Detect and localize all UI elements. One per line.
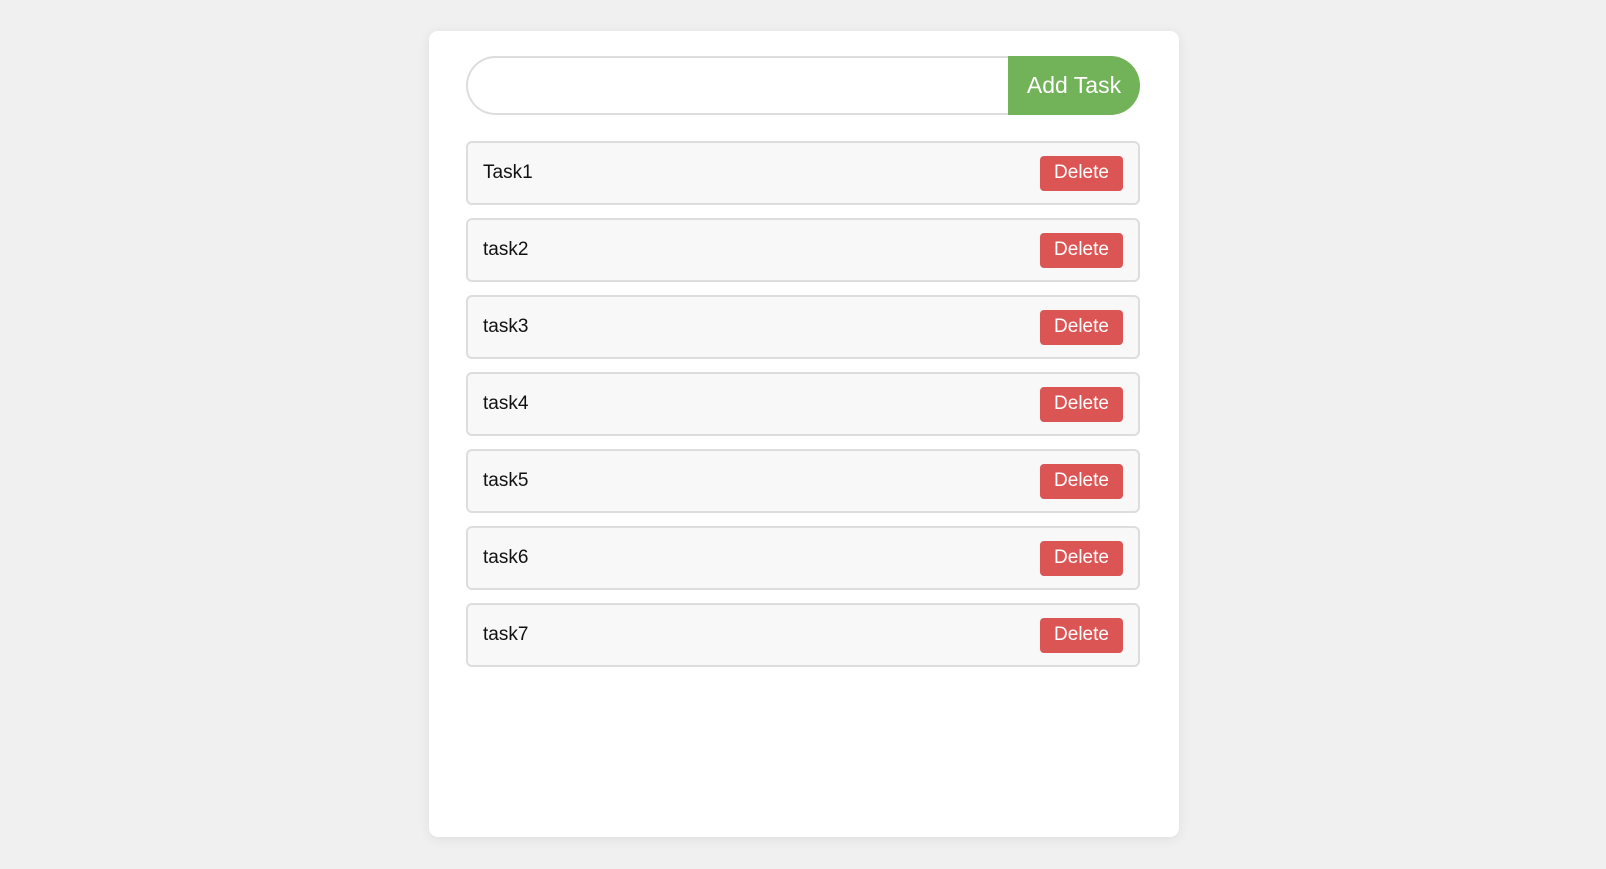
todo-card: Add Task Task1 Delete task2 Delete task3 De… [429, 31, 1179, 837]
delete-button[interactable]: Delete [1040, 463, 1123, 499]
task-item: task5 Delete [466, 449, 1140, 513]
task-item: Task1 Delete [466, 141, 1140, 205]
task-list: Task1 Delete task2 Delete task3 Delete task… [466, 141, 1140, 680]
task-item: task7 Delete [466, 603, 1140, 667]
task-text: task7 [483, 624, 529, 645]
delete-button[interactable]: Delete [1040, 617, 1123, 653]
task-text: task2 [483, 239, 529, 260]
add-task-button[interactable]: Add Task [1008, 56, 1140, 115]
delete-button[interactable]: Delete [1040, 386, 1123, 422]
add-task-form: Add Task [466, 56, 1140, 115]
task-text: task4 [483, 393, 529, 414]
task-text: task6 [483, 547, 529, 568]
task-text: task3 [483, 316, 529, 337]
delete-button[interactable]: Delete [1040, 540, 1123, 576]
task-item: task2 Delete [466, 218, 1140, 282]
delete-button[interactable]: Delete [1040, 232, 1123, 268]
delete-button[interactable]: Delete [1040, 155, 1123, 191]
task-text: task5 [483, 470, 529, 491]
delete-button[interactable]: Delete [1040, 309, 1123, 345]
task-item: task4 Delete [466, 372, 1140, 436]
task-input[interactable] [466, 56, 1008, 115]
task-item: task3 Delete [466, 295, 1140, 359]
task-text: Task1 [483, 162, 533, 183]
task-item: task6 Delete [466, 526, 1140, 590]
